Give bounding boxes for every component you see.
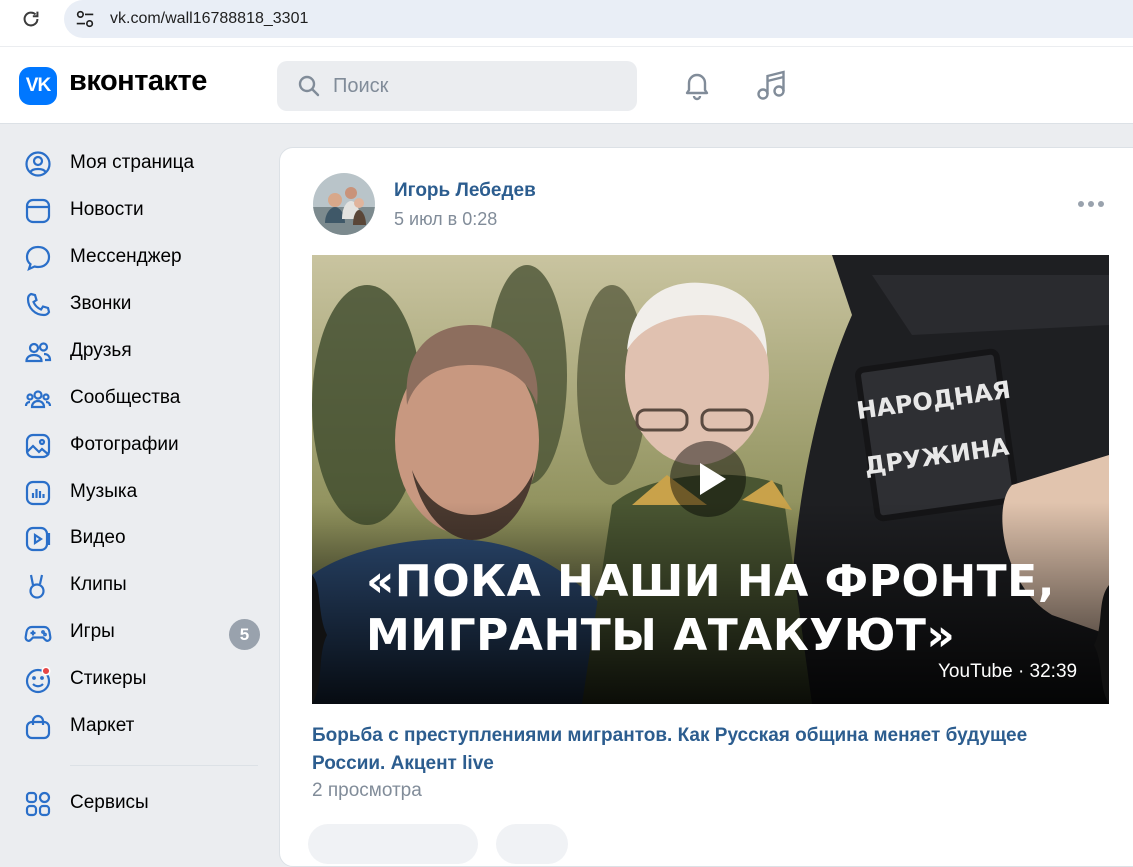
friends-icon bbox=[25, 342, 52, 363]
url-text[interactable]: vk.com/wall16788818_3301 bbox=[110, 10, 308, 28]
video-player-thumbnail[interactable]: НАРОДНАЯ ДРУЖИНА «ПОКА НАШИ НА ФРОНТЕ, М… bbox=[312, 255, 1109, 704]
services-grid-icon bbox=[25, 791, 51, 817]
sidebar-item-label: Мессенджер bbox=[70, 246, 182, 267]
site-header: VK вконтакте bbox=[0, 47, 1133, 124]
vk-logo-icon[interactable]: VK bbox=[19, 67, 57, 105]
sidebar-item-services[interactable]: Сервисы bbox=[16, 781, 266, 825]
gamepad-icon bbox=[24, 625, 52, 642]
sticker-icon bbox=[25, 666, 51, 694]
browser-toolbar: vk.com/wall16788818_3301 bbox=[0, 0, 1133, 46]
sidebar-item-label: Клипы bbox=[70, 574, 127, 595]
post-card: Игорь Лебедев 5 июл в 0:28 НАРОДНАЯ ДРУЖ… bbox=[279, 147, 1133, 867]
play-icon bbox=[700, 463, 726, 495]
reload-icon[interactable] bbox=[20, 8, 42, 30]
phone-icon bbox=[26, 292, 51, 317]
photo-icon bbox=[25, 433, 51, 459]
video-headline: «ПОКА НАШИ НА ФРОНТЕ, МИГРАНТЫ АТАКУЮТ» bbox=[366, 556, 1055, 661]
search-input[interactable] bbox=[333, 73, 613, 99]
post-author-name[interactable]: Игорь Лебедев bbox=[394, 180, 536, 202]
comment-button[interactable] bbox=[496, 824, 568, 864]
more-options-icon[interactable] bbox=[1075, 198, 1107, 210]
news-icon bbox=[25, 198, 51, 224]
sidebar-item-my-page[interactable]: Моя страница bbox=[16, 141, 266, 185]
music-note-icon[interactable] bbox=[753, 67, 789, 103]
patch-text: НАРОДНАЯ ДРУЖИНА bbox=[854, 375, 1013, 481]
sidebar-item-label: Сообщества bbox=[70, 387, 181, 408]
post-date[interactable]: 5 июл в 0:28 bbox=[394, 209, 497, 230]
sidebar-item-label: Видео bbox=[70, 527, 126, 548]
sidebar-item-stickers[interactable]: Стикеры bbox=[16, 657, 266, 701]
sidebar-divider bbox=[70, 765, 258, 766]
view-count: 2 просмотра bbox=[312, 780, 422, 801]
video-icon bbox=[25, 526, 51, 552]
sidebar-item-clips[interactable]: Клипы bbox=[16, 563, 266, 607]
video-title-link[interactable]: Борьба с преступлениями мигрантов. Как Р… bbox=[312, 722, 1102, 778]
search-icon bbox=[298, 75, 320, 97]
sidebar-item-label: Новости bbox=[70, 199, 144, 220]
sidebar-item-games[interactable]: Игры 5 bbox=[16, 610, 266, 654]
sidebar-item-news[interactable]: Новости bbox=[16, 188, 266, 232]
communities-icon bbox=[24, 390, 52, 409]
search-box[interactable] bbox=[277, 61, 637, 111]
sidebar-item-label: Звонки bbox=[70, 293, 132, 314]
sidebar-item-music[interactable]: Музыка bbox=[16, 470, 266, 514]
bell-icon[interactable] bbox=[680, 68, 714, 102]
sidebar-item-label: Моя страница bbox=[70, 152, 195, 173]
sidebar-item-messenger[interactable]: Мессенджер bbox=[16, 235, 266, 279]
video-source-duration: YouTube · 32:39 bbox=[938, 661, 1078, 682]
avatar[interactable] bbox=[313, 173, 375, 235]
clips-icon bbox=[29, 574, 45, 599]
sidebar-item-label: Игры bbox=[70, 621, 115, 642]
sidebar-item-label: Друзья bbox=[70, 340, 132, 361]
site-settings-icon[interactable] bbox=[74, 8, 96, 30]
user-circle-icon bbox=[25, 151, 51, 177]
sidebar-item-label: Музыка bbox=[70, 481, 138, 502]
logo-text[interactable]: вконтакте bbox=[69, 65, 207, 98]
sidebar-item-label: Фотографии bbox=[70, 434, 179, 455]
sidebar-item-market[interactable]: Маркет bbox=[16, 704, 266, 748]
market-bag-icon bbox=[25, 714, 51, 740]
like-button[interactable] bbox=[308, 824, 478, 864]
sidebar-item-label: Стикеры bbox=[70, 668, 147, 689]
sidebar-item-communities[interactable]: Сообщества bbox=[16, 376, 266, 420]
address-bar[interactable]: vk.com/wall16788818_3301 bbox=[64, 0, 1133, 38]
message-icon bbox=[25, 245, 51, 272]
sidebar-item-friends[interactable]: Друзья bbox=[16, 329, 266, 373]
sidebar-item-calls[interactable]: Звонки bbox=[16, 282, 266, 326]
sidebar-item-photos[interactable]: Фотографии bbox=[16, 423, 266, 467]
play-button[interactable] bbox=[670, 441, 746, 517]
games-count-badge: 5 bbox=[229, 619, 260, 650]
sidebar-item-label: Сервисы bbox=[70, 792, 149, 813]
sidebar-item-video[interactable]: Видео bbox=[16, 516, 266, 560]
music-icon bbox=[25, 480, 51, 506]
sidebar-item-label: Маркет bbox=[70, 715, 135, 736]
